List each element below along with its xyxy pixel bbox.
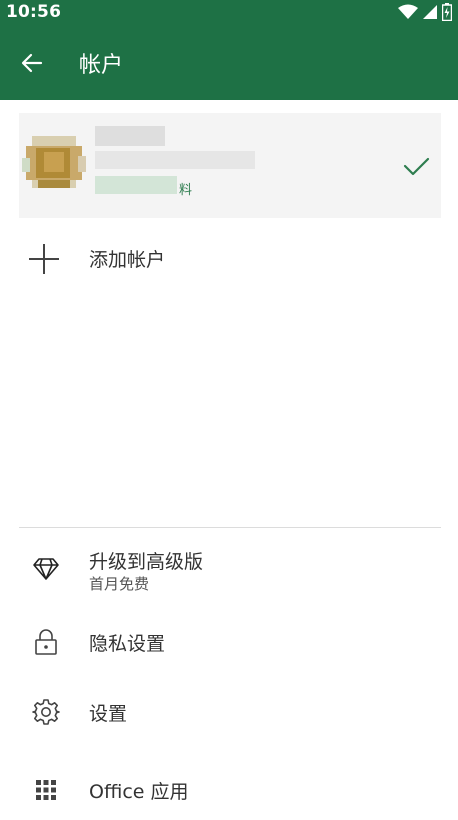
signal-icon xyxy=(423,5,437,19)
gear-icon xyxy=(31,697,61,727)
apps-grid-icon xyxy=(31,775,61,805)
status-bar: 10:56 xyxy=(0,0,458,25)
privacy-settings-label: 隐私设置 xyxy=(89,633,166,655)
back-button[interactable] xyxy=(12,43,52,83)
status-icons xyxy=(398,3,452,21)
divider xyxy=(19,527,441,528)
check-icon xyxy=(403,157,430,176)
settings-label: 设置 xyxy=(89,703,128,725)
privacy-settings-item[interactable]: 隐私设置 xyxy=(19,614,441,670)
upgrade-premium-item[interactable]: 升级到高级版 首月免费 xyxy=(19,542,441,602)
account-name-redacted xyxy=(95,126,165,146)
page-title: 帐户 xyxy=(79,53,124,78)
lock-icon xyxy=(31,627,61,657)
add-account-label: 添加帐户 xyxy=(89,249,166,271)
office-apps-item[interactable]: Office 应用 xyxy=(19,762,441,818)
avatar xyxy=(22,130,86,194)
account-item[interactable]: 料 xyxy=(19,113,441,218)
settings-item[interactable]: 设置 xyxy=(19,684,441,740)
arrow-left-icon xyxy=(21,53,43,73)
office-apps-label: Office 应用 xyxy=(89,781,189,803)
battery-icon xyxy=(442,3,452,21)
account-email-redacted xyxy=(95,151,255,169)
diamond-icon xyxy=(31,554,61,584)
upgrade-label: 升级到高级版 xyxy=(89,551,204,573)
plus-icon xyxy=(29,244,59,274)
account-type-tag: 料 xyxy=(179,183,193,198)
app-bar: 帐户 xyxy=(0,25,458,100)
add-account-button[interactable]: 添加帐户 xyxy=(19,232,441,284)
upgrade-sublabel: 首月免费 xyxy=(89,575,150,593)
wifi-icon xyxy=(398,4,418,19)
account-type-redacted xyxy=(95,176,177,194)
status-time: 10:56 xyxy=(6,2,62,22)
